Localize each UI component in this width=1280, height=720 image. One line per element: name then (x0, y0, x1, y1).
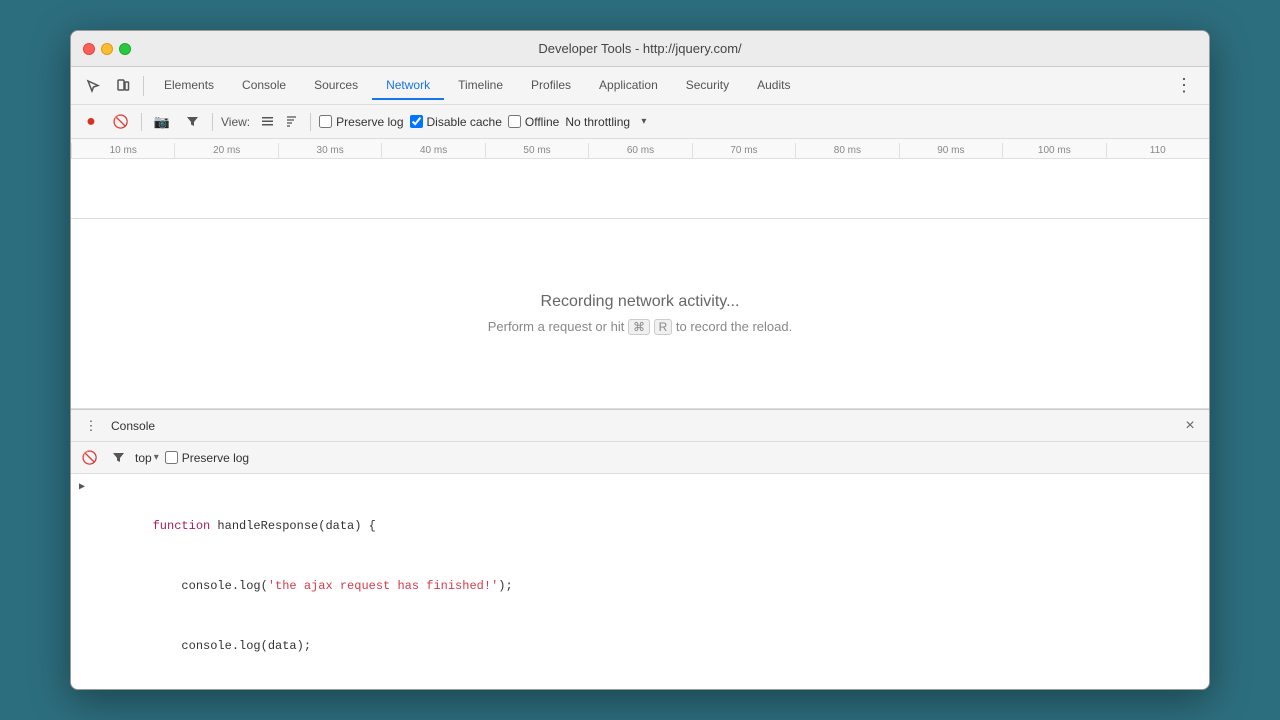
devtools-window: Developer Tools - http://jquery.com/ Ele… (70, 30, 1210, 690)
throttle-select[interactable]: No throttling Slow 3G Fast 3G (565, 115, 646, 129)
console-filter-icon[interactable] (107, 447, 129, 469)
nav-tabs: Elements Console Sources Network Timelin… (150, 72, 804, 100)
recording-sub-text-2: to record the reload. (676, 319, 792, 334)
recording-sub-text: Perform a request or hit ⌘ R to record t… (488, 319, 792, 334)
tab-sources[interactable]: Sources (300, 72, 372, 100)
tab-profiles[interactable]: Profiles (517, 72, 585, 100)
ruler-mark-5: 60 ms (588, 143, 691, 158)
network-toolbar: ● 🚫 📷 View: (71, 105, 1209, 139)
console-level-arrow-icon: ▾ (154, 452, 159, 463)
expand-arrow-icon[interactable]: ▶ (79, 480, 85, 496)
disable-cache-label: Disable cache (427, 115, 502, 129)
code-line-3: } (71, 676, 1209, 689)
waterfall-view-button[interactable] (280, 111, 302, 133)
console-preserve-label: Preserve log (182, 451, 249, 465)
nav-toolbar: Elements Console Sources Network Timelin… (71, 67, 1209, 105)
console-panel: ⋮ Console × 🚫 top ▾ Preserve log (71, 409, 1209, 689)
disable-cache-group[interactable]: Disable cache (410, 115, 502, 129)
code-line-1: console.log('the ajax request has finish… (71, 557, 1209, 617)
tab-elements[interactable]: Elements (150, 72, 228, 100)
title-bar: Developer Tools - http://jquery.com/ (71, 31, 1209, 67)
tab-audits[interactable]: Audits (743, 72, 804, 100)
console-preserve-checkbox[interactable] (165, 451, 178, 464)
recording-sub-text-1: Perform a request or hit (488, 319, 625, 334)
ruler-mark-10: 110 (1106, 143, 1209, 158)
filter-button[interactable] (180, 110, 204, 134)
ruler-marks: 10 ms 20 ms 30 ms 40 ms 50 ms 60 ms 70 m… (71, 139, 1209, 159)
offline-label: Offline (525, 115, 559, 129)
preserve-log-label: Preserve log (336, 115, 403, 129)
recording-area: Recording network activity... Perform a … (71, 219, 1209, 409)
preserve-log-group[interactable]: Preserve log (319, 115, 403, 129)
tab-security[interactable]: Security (672, 72, 743, 100)
console-level-select[interactable]: top ▾ (135, 451, 159, 465)
tab-timeline[interactable]: Timeline (444, 72, 517, 100)
net-sep-2 (212, 113, 213, 131)
net-sep-3 (310, 113, 311, 131)
recording-main-text: Recording network activity... (541, 293, 740, 311)
ruler-mark-2: 30 ms (278, 143, 381, 158)
list-view-button[interactable] (256, 111, 278, 133)
more-tools-button[interactable]: ⋮ (1167, 75, 1201, 96)
net-sep-1 (141, 113, 142, 131)
ruler-mark-0: 10 ms (71, 143, 174, 158)
console-header: ⋮ Console × (71, 410, 1209, 442)
ruler-mark-8: 90 ms (899, 143, 1002, 158)
device-mode-button[interactable] (109, 72, 137, 100)
tab-network[interactable]: Network (372, 72, 444, 100)
ruler-mark-3: 40 ms (381, 143, 484, 158)
console-preserve-group[interactable]: Preserve log (165, 451, 249, 465)
console-title: Console (111, 419, 155, 433)
kbd-cmd: ⌘ (628, 319, 650, 335)
offline-checkbox[interactable] (508, 115, 521, 128)
toolbar-separator (143, 76, 144, 96)
code-line-0: ▶ function handleResponse(data) { (71, 478, 1209, 557)
record-button[interactable]: ● (79, 110, 103, 134)
console-more-button[interactable]: ⋮ (79, 414, 103, 438)
timeline-chart (71, 159, 1209, 218)
preserve-log-checkbox[interactable] (319, 115, 332, 128)
inspect-element-button[interactable] (79, 72, 107, 100)
view-icons (256, 111, 302, 133)
ruler-mark-1: 20 ms (174, 143, 277, 158)
clear-button[interactable]: 🚫 (109, 110, 133, 134)
window-title: Developer Tools - http://jquery.com/ (538, 41, 741, 56)
offline-group[interactable]: Offline (508, 115, 559, 129)
console-content: ▶ function handleResponse(data) { consol… (71, 474, 1209, 689)
tab-console[interactable]: Console (228, 72, 300, 100)
console-toolbar: 🚫 top ▾ Preserve log (71, 442, 1209, 474)
maximize-button[interactable] (119, 43, 131, 55)
console-close-button[interactable]: × (1179, 415, 1201, 437)
view-label: View: (221, 115, 250, 129)
kbd-r: R (654, 319, 673, 335)
disable-cache-checkbox[interactable] (410, 115, 423, 128)
code-line-2: console.log(data); (71, 616, 1209, 676)
console-clear-button[interactable]: 🚫 (79, 447, 101, 469)
camera-button[interactable]: 📷 (150, 110, 174, 134)
console-level-value: top (135, 451, 152, 465)
ruler-mark-6: 70 ms (692, 143, 795, 158)
ruler-mark-7: 80 ms (795, 143, 898, 158)
tab-application[interactable]: Application (585, 72, 672, 100)
traffic-lights (83, 43, 131, 55)
throttle-wrapper: No throttling Slow 3G Fast 3G ▾ (565, 115, 646, 129)
timeline-ruler: 10 ms 20 ms 30 ms 40 ms 50 ms 60 ms 70 m… (71, 139, 1209, 219)
close-button[interactable] (83, 43, 95, 55)
ruler-mark-4: 50 ms (485, 143, 588, 158)
ruler-mark-9: 100 ms (1002, 143, 1105, 158)
minimize-button[interactable] (101, 43, 113, 55)
